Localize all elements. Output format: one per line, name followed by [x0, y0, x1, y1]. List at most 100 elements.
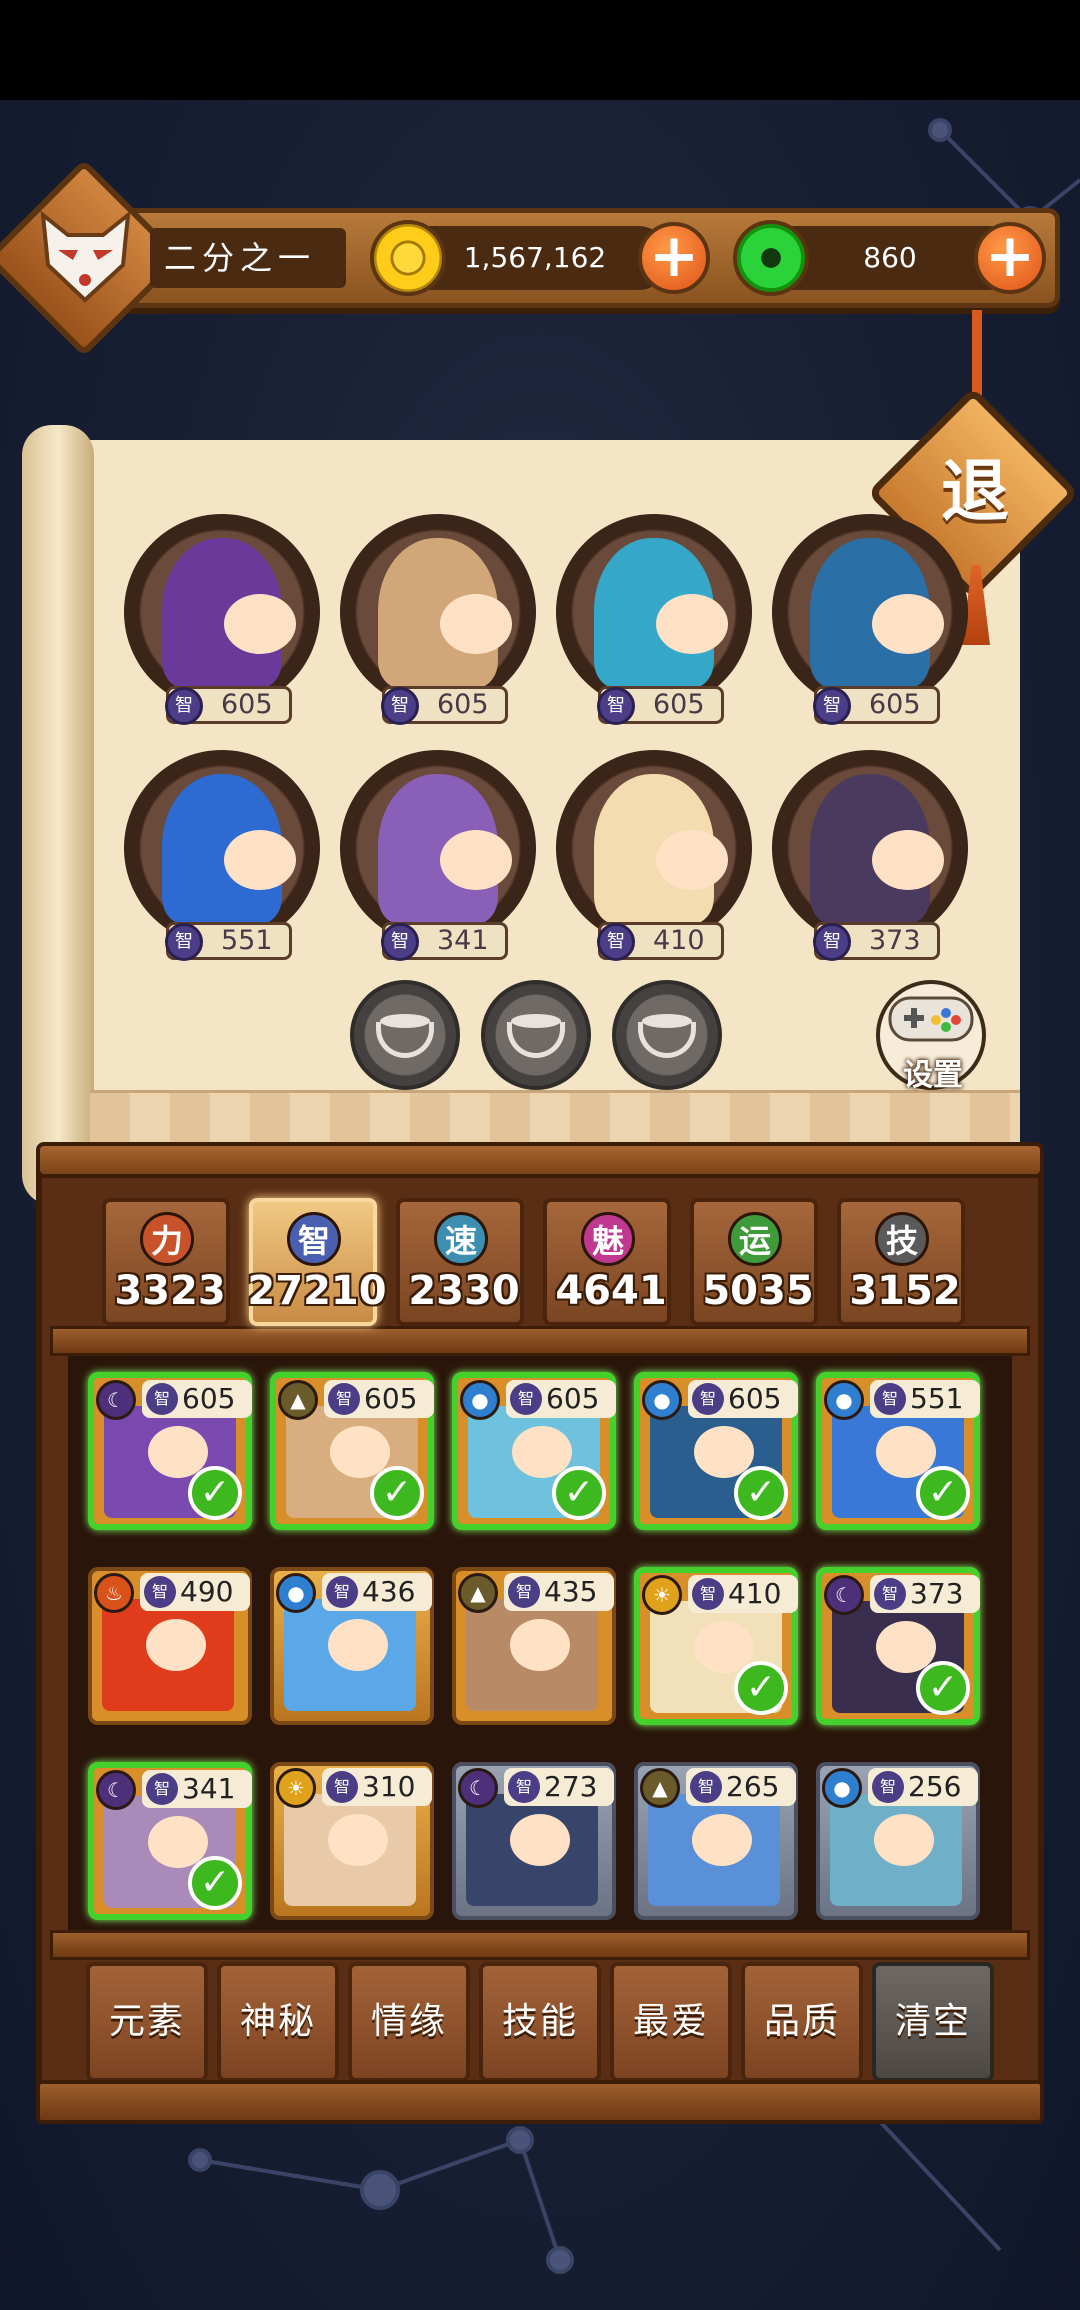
stat-icon: 速: [434, 1212, 488, 1266]
hero-portrait: [648, 1794, 780, 1906]
wisdom-value-tag: 智 435: [504, 1573, 614, 1611]
hero-face: [328, 1619, 388, 1671]
hero-card[interactable]: ● 智 436: [270, 1567, 434, 1725]
hero-portrait: [162, 774, 296, 924]
wisdom-value: 265: [726, 1770, 780, 1803]
hero-card[interactable]: ☾ 智 373 ✓: [816, 1567, 980, 1725]
hero-face: [440, 594, 512, 654]
empty-slot-bowl-icon[interactable]: [481, 980, 591, 1090]
wisdom-value: 551: [910, 1382, 964, 1415]
earth-element-icon: ▲: [278, 1380, 318, 1420]
hero-card[interactable]: ☾ 智 273: [452, 1762, 616, 1920]
stat-value: 4641: [555, 1268, 667, 1314]
team-slot[interactable]: 智 605: [556, 514, 752, 725]
hero-card[interactable]: ● 智 256: [816, 1762, 980, 1920]
empty-slot-bowl-icon[interactable]: [350, 980, 460, 1090]
hero-card[interactable]: ▲ 智 435: [452, 1567, 616, 1725]
wisdom-value: 273: [544, 1770, 598, 1803]
stat-icon: 魅: [581, 1212, 635, 1266]
wisdom-value: 256: [908, 1770, 962, 1803]
stat-icon: 智: [287, 1212, 341, 1266]
hero-portrait: [810, 538, 944, 688]
wisdom-value: 373: [869, 925, 921, 956]
cabinet-top: [36, 1142, 1044, 1178]
hero-face: [328, 1814, 388, 1866]
hero-portrait: [284, 1794, 416, 1906]
hero-card[interactable]: ♨ 智 490: [88, 1567, 252, 1725]
filter-button[interactable]: 品质: [741, 1962, 863, 2082]
stat-tab[interactable]: 技 3152: [837, 1198, 965, 1326]
selected-check-icon: ✓: [552, 1466, 606, 1520]
moon-element-icon: ☾: [824, 1575, 864, 1615]
hero-card[interactable]: ☾ 智 605 ✓: [88, 1372, 252, 1530]
add-coins-button[interactable]: +: [638, 222, 710, 294]
clear-button[interactable]: 清空: [872, 1962, 994, 2082]
wisdom-value-tag: 智 265: [686, 1768, 796, 1806]
team-slot[interactable]: 智 373: [772, 750, 968, 961]
gem-icon: [733, 220, 809, 296]
hero-portrait: [102, 1599, 234, 1711]
hero-face: [224, 830, 296, 890]
stat-tab[interactable]: 运 5035: [690, 1198, 818, 1326]
stat-icon: 运: [728, 1212, 782, 1266]
filter-button[interactable]: 元素: [86, 1962, 208, 2082]
stat-tab[interactable]: 速 2330: [396, 1198, 524, 1326]
wisdom-value-tag: 智 605: [688, 1380, 798, 1418]
hero-face: [440, 830, 512, 890]
team-slot[interactable]: 智 551: [124, 750, 320, 961]
stat-value: 2330: [408, 1268, 520, 1314]
wisdom-stat-icon: 智: [381, 923, 419, 961]
coin-icon: [370, 220, 446, 296]
team-slot[interactable]: 智 341: [340, 750, 536, 961]
hero-card[interactable]: ▲ 智 605 ✓: [270, 1372, 434, 1530]
wisdom-value-tag: 智 605: [142, 1380, 252, 1418]
wisdom-value: 373: [910, 1577, 964, 1610]
wisdom-value: 605: [728, 1382, 782, 1415]
wisdom-value-tag: 智 256: [868, 1768, 978, 1806]
hero-card[interactable]: ● 智 605 ✓: [452, 1372, 616, 1530]
team-slot[interactable]: 智 605: [772, 514, 968, 725]
wisdom-value-tag: 智 551: [870, 1380, 980, 1418]
earth-element-icon: ▲: [640, 1768, 680, 1808]
team-slot[interactable]: 智 605: [340, 514, 536, 725]
wisdom-badge: 智 605: [165, 686, 292, 725]
water-element-icon: ●: [824, 1380, 864, 1420]
wisdom-badge: 智 373: [813, 922, 940, 961]
filter-button[interactable]: 神秘: [217, 1962, 339, 2082]
hero-card[interactable]: ☀ 智 410 ✓: [634, 1567, 798, 1725]
hero-card[interactable]: ☾ 智 341 ✓: [88, 1762, 252, 1920]
hero-portrait: [594, 774, 728, 924]
hero-card[interactable]: ● 智 551 ✓: [816, 1372, 980, 1530]
hero-card[interactable]: ● 智 605 ✓: [634, 1372, 798, 1530]
stat-tab[interactable]: 智 27210: [247, 1198, 387, 1326]
stat-tab[interactable]: 力 3323: [102, 1198, 230, 1326]
water-element-icon: ●: [642, 1380, 682, 1420]
wisdom-stat-icon: 智: [508, 1576, 540, 1608]
team-slot[interactable]: 智 410: [556, 750, 752, 961]
filter-button[interactable]: 最爱: [610, 1962, 732, 2082]
hero-card[interactable]: ☀ 智 310: [270, 1762, 434, 1920]
team-slot[interactable]: 智 605: [124, 514, 320, 725]
wisdom-badge: 智 605: [813, 686, 940, 725]
fox-mask-avatar-icon[interactable]: [38, 205, 133, 305]
empty-slot-bowl-icon[interactable]: [612, 980, 722, 1090]
stat-tab[interactable]: 魅 4641: [543, 1198, 671, 1326]
hero-face: [874, 1814, 934, 1866]
add-gems-button[interactable]: +: [974, 222, 1046, 294]
hero-face: [872, 830, 944, 890]
water-element-icon: ●: [822, 1768, 862, 1808]
hero-portrait: [284, 1599, 416, 1711]
hero-portrait: [594, 538, 728, 688]
hero-portrait: [466, 1794, 598, 1906]
filter-button[interactable]: 情缘: [348, 1962, 470, 2082]
wisdom-value: 310: [362, 1770, 416, 1803]
wisdom-stat-icon: 智: [510, 1383, 542, 1415]
settings-label[interactable]: 设置: [888, 1050, 978, 1093]
scroll-rod: [22, 425, 94, 1205]
moon-element-icon: ☾: [96, 1380, 136, 1420]
filter-button[interactable]: 技能: [479, 1962, 601, 2082]
sun-element-icon: ☀: [276, 1768, 316, 1808]
stat-value: 5035: [702, 1268, 814, 1314]
hero-card[interactable]: ▲ 智 265: [634, 1762, 798, 1920]
wisdom-value-tag: 智 490: [140, 1573, 250, 1611]
